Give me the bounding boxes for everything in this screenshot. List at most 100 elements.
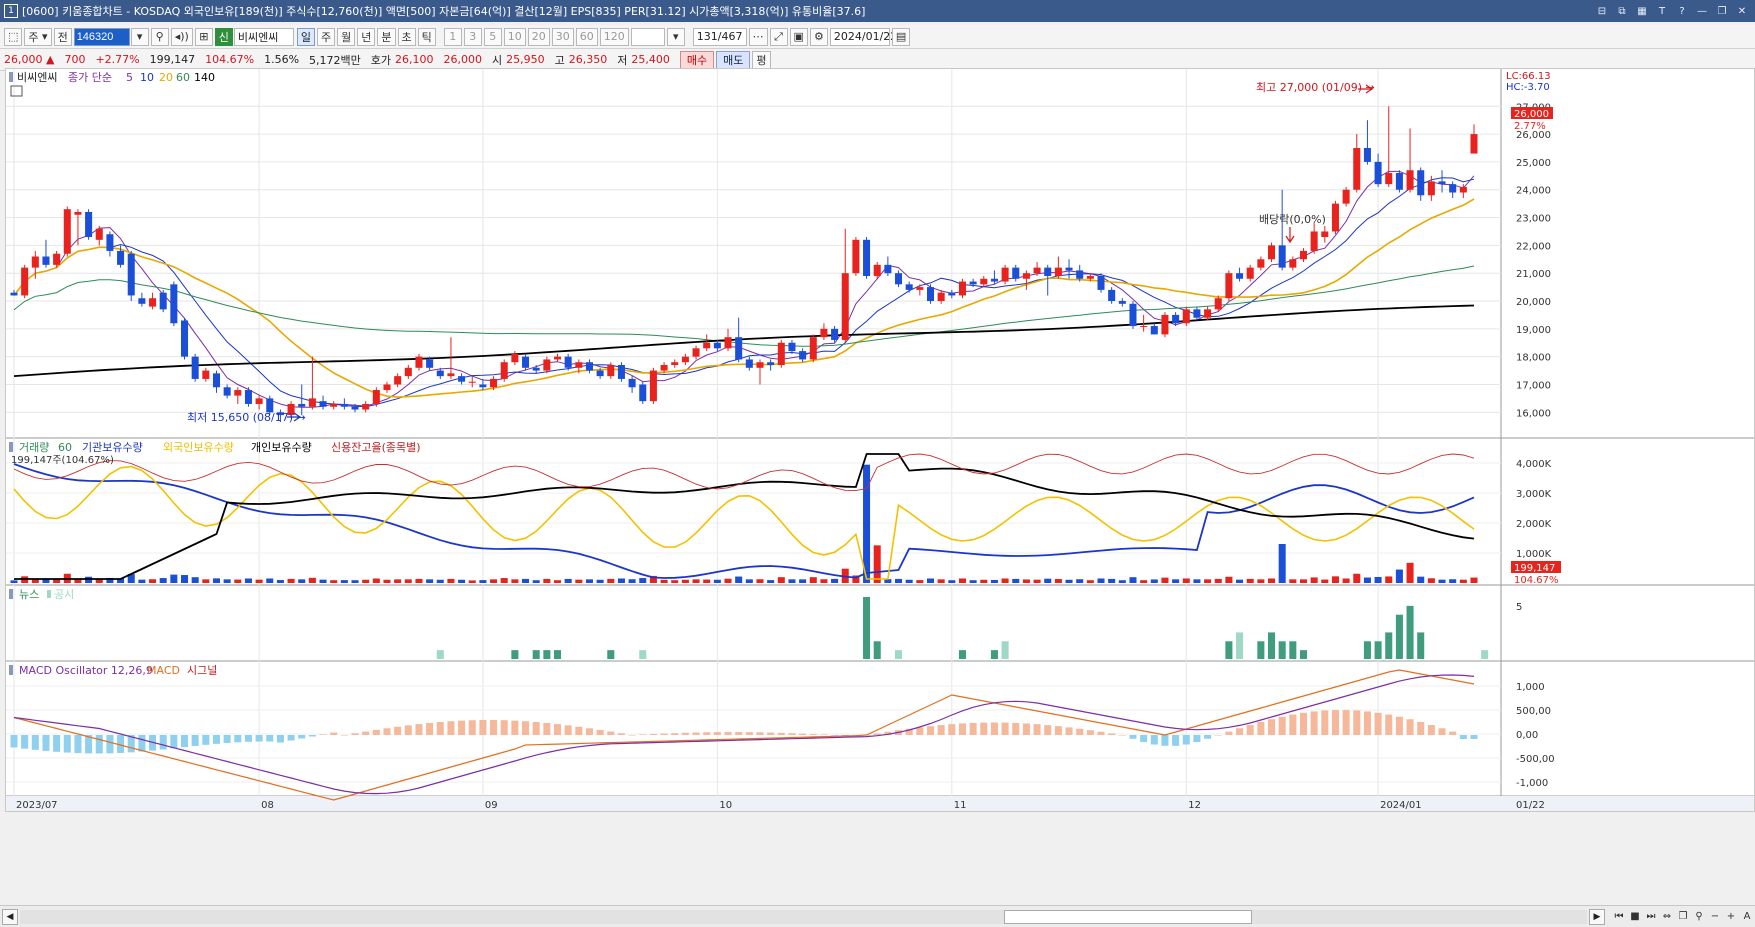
- minimize-icon[interactable]: —: [1695, 4, 1709, 18]
- legend-disclosure[interactable]: 공시: [54, 588, 74, 601]
- period-button[interactable]: 월: [337, 27, 356, 46]
- legend-ma10[interactable]: 10: [140, 71, 154, 84]
- scroll-thumb[interactable]: [1004, 909, 1252, 924]
- crosshair-icon[interactable]: ⤢: [769, 27, 788, 46]
- interval-dropdown-icon[interactable]: ▾: [666, 27, 685, 46]
- gear-icon[interactable]: ⚙: [809, 27, 828, 46]
- interval-button[interactable]: 10: [503, 27, 526, 46]
- candle-body: [1204, 309, 1212, 318]
- search-icon[interactable]: ⚲: [150, 27, 169, 46]
- chart-scrollbar[interactable]: ◀ ▶ ⏮ ■ ⏭ ⇔ ❐ ⚲ − + A: [0, 905, 1755, 927]
- scroll-track[interactable]: [20, 909, 1587, 924]
- stop-icon[interactable]: ■: [1627, 909, 1643, 925]
- macd-osc-bar: [319, 734, 327, 735]
- page-counter[interactable]: 131/467: [692, 27, 747, 46]
- interval-button[interactable]: 60: [575, 27, 598, 46]
- font-size-icon[interactable]: A: [1739, 909, 1755, 925]
- macd-osc-bar: [980, 722, 988, 735]
- grid-icon[interactable]: ▦: [1635, 4, 1649, 18]
- news-bar: [1417, 632, 1425, 659]
- period-button[interactable]: 년: [357, 27, 376, 46]
- legend-signal[interactable]: 시그널: [187, 664, 217, 677]
- legend-stock-name[interactable]: 비씨엔씨: [17, 71, 57, 84]
- legend-institution[interactable]: 기관보유수량: [82, 441, 143, 454]
- legend-volume[interactable]: 거래량: [19, 441, 49, 454]
- macd-pane: [10, 669, 1478, 801]
- interval-button[interactable]: 3: [463, 27, 482, 46]
- text-icon[interactable]: T: [1655, 4, 1669, 18]
- legend-macd[interactable]: MACD: [147, 664, 180, 677]
- period-button[interactable]: 초: [397, 27, 416, 46]
- history-icon[interactable]: ⊞: [194, 27, 213, 46]
- period-button[interactable]: 일: [296, 27, 316, 46]
- interval-custom-field[interactable]: [630, 27, 665, 46]
- interval-button[interactable]: 120: [599, 27, 629, 46]
- legend-macd-osc[interactable]: MACD Oscillator 12,26,9: [19, 664, 153, 677]
- sell-button[interactable]: 매도: [716, 50, 751, 69]
- close-icon[interactable]: ✕: [1735, 4, 1749, 18]
- macd-osc-bar: [404, 725, 412, 735]
- legend-individual[interactable]: 개인보유수량: [251, 441, 312, 454]
- legend-ma5[interactable]: 5: [126, 71, 133, 84]
- table-icon[interactable]: [10, 85, 23, 97]
- legend-foreign[interactable]: 외국인보유수량: [163, 441, 234, 454]
- prev-button[interactable]: 전: [53, 27, 72, 46]
- interval-button[interactable]: 5: [483, 27, 502, 46]
- legend-ma140[interactable]: 140: [194, 71, 215, 84]
- legend-credit[interactable]: 신용잔고율(종목별): [331, 441, 421, 454]
- stock-chart-svg[interactable]: 27,00026,00025,00024,00023,00022,00021,0…: [6, 69, 1754, 811]
- interval-button[interactable]: 1: [443, 27, 462, 46]
- legend-ma20[interactable]: 20: [159, 71, 173, 84]
- app-icon[interactable]: 1: [4, 4, 18, 18]
- scroll-left-arrow-icon[interactable]: ◀: [2, 908, 18, 925]
- volume-bar: [1342, 578, 1350, 583]
- news-bar: [958, 650, 966, 659]
- restore-icon[interactable]: ❐: [1715, 4, 1729, 18]
- copy-chart-icon[interactable]: ❐: [1675, 909, 1691, 925]
- macd-osc-bar: [1374, 712, 1382, 735]
- zoom-in-icon[interactable]: +: [1723, 909, 1739, 925]
- chart-area[interactable]: 27,00026,00025,00024,00023,00022,00021,0…: [5, 68, 1755, 812]
- stock-name-field[interactable]: 비씨엔씨: [233, 27, 294, 46]
- scroll-right-arrow-icon[interactable]: ▶: [1589, 908, 1605, 925]
- period-button[interactable]: 틱: [417, 27, 436, 46]
- fit-icon[interactable]: ⇔: [1659, 909, 1675, 925]
- legend-news[interactable]: 뉴스: [19, 588, 39, 601]
- interval-button[interactable]: 20: [527, 27, 550, 46]
- help-icon[interactable]: ?: [1675, 4, 1689, 18]
- link-icon[interactable]: ⊟: [1595, 4, 1609, 18]
- macd-osc-bar: [1385, 714, 1393, 735]
- overlay-icon[interactable]: ⋯: [748, 27, 768, 46]
- date-field[interactable]: 2024/01/22: [829, 27, 897, 46]
- interval-button[interactable]: 30: [551, 27, 574, 46]
- stock-code-input[interactable]: [73, 27, 130, 46]
- bid-price: 26,000: [443, 53, 483, 66]
- buy-button[interactable]: 매수: [679, 50, 715, 69]
- period-button[interactable]: 주: [317, 27, 336, 46]
- volume-bar: [958, 578, 966, 583]
- first-icon[interactable]: ⏮: [1611, 909, 1627, 925]
- candle-body: [575, 362, 583, 368]
- save-icon[interactable]: ▣: [789, 27, 808, 46]
- period-type-select[interactable]: 주 ▾: [24, 27, 52, 46]
- period-button[interactable]: 분: [377, 27, 396, 46]
- candle-body: [436, 370, 444, 377]
- volume-bar: [1353, 573, 1361, 583]
- volume-bar: [458, 579, 466, 583]
- last-icon[interactable]: ⏭: [1643, 909, 1659, 925]
- legend-ma-label[interactable]: 종가 단순: [68, 71, 112, 84]
- copy-icon[interactable]: ⧉: [1615, 4, 1629, 18]
- calendar-icon[interactable]: ▤: [891, 27, 911, 46]
- high-label: 고: [554, 53, 565, 67]
- macd-osc-bar: [1065, 727, 1073, 735]
- zoom-icon[interactable]: ⚲: [1691, 909, 1707, 925]
- legend-ma60[interactable]: 60: [176, 71, 190, 84]
- legend-volume-ma[interactable]: 60: [58, 441, 72, 454]
- code-dropdown-icon[interactable]: ▾: [130, 27, 149, 46]
- average-button[interactable]: 평: [752, 50, 771, 69]
- volume-bar: [1097, 578, 1105, 583]
- zoom-out-icon[interactable]: −: [1707, 909, 1723, 925]
- speaker-icon[interactable]: ◂)): [170, 27, 193, 46]
- volume-bar: [1076, 579, 1084, 583]
- layout-icon[interactable]: ⬚: [4, 27, 23, 46]
